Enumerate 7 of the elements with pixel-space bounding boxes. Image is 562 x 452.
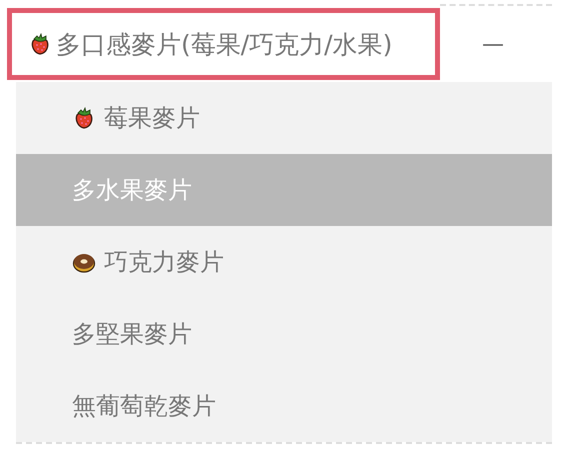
category-header[interactable]: 多口感麥片(莓果/巧克力/水果): [7, 8, 440, 80]
submenu-item[interactable]: 無葡萄乾麥片: [16, 370, 552, 442]
submenu-item[interactable]: 巧克力麥片: [16, 226, 552, 298]
category-label: 多口感麥片(莓果/巧克力/水果): [56, 28, 392, 60]
submenu-item[interactable]: 莓果麥片: [16, 82, 552, 154]
submenu-item[interactable]: 多堅果麥片: [16, 298, 552, 370]
collapse-toggle[interactable]: —: [478, 32, 508, 56]
